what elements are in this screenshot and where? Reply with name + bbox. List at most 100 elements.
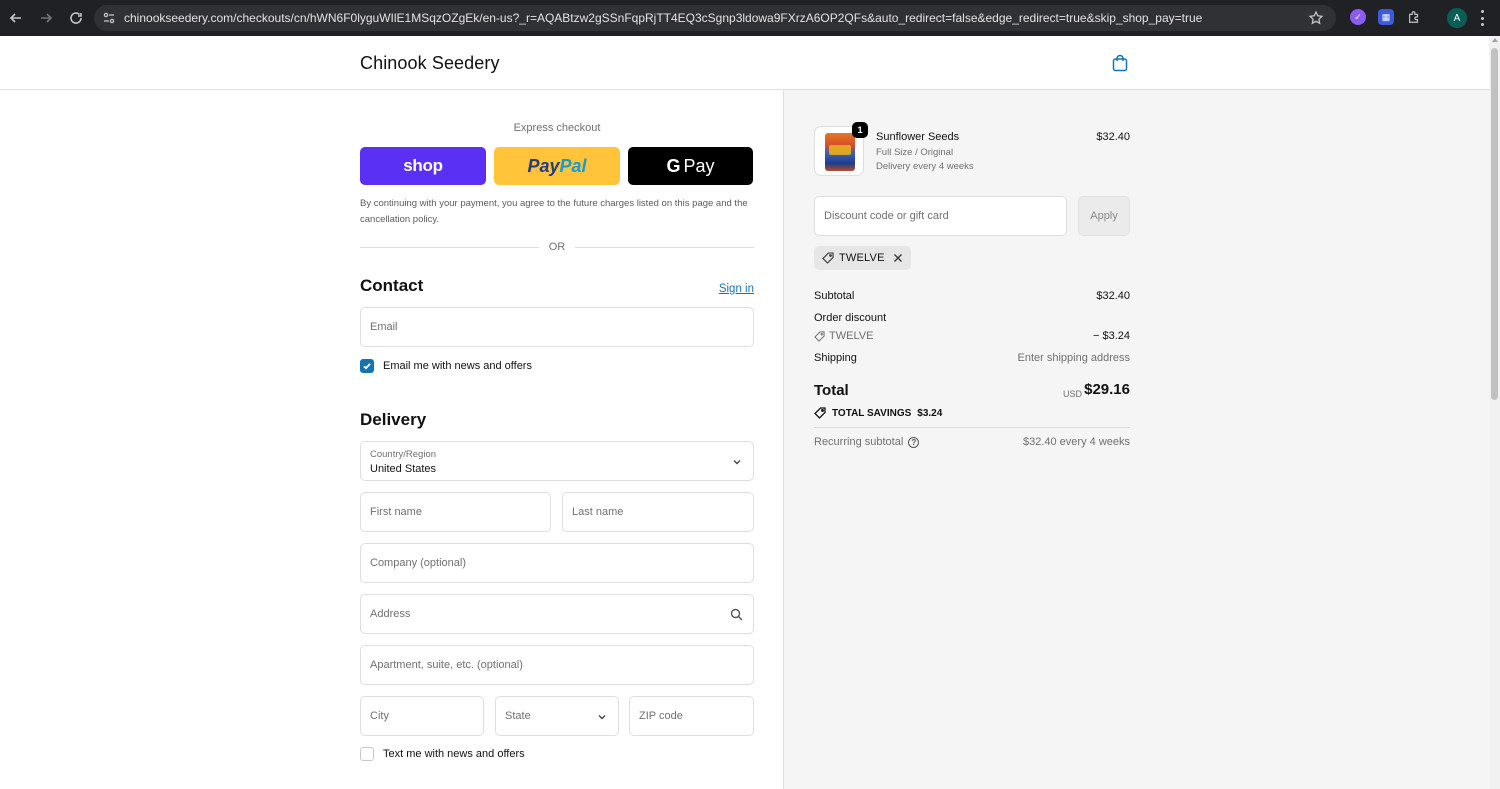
delivery-heading: Delivery [360, 410, 427, 429]
url-text[interactable]: chinookseedery.com/checkouts/cn/hWN6F0ly… [124, 11, 1202, 25]
company-field[interactable]: Company (optional) [360, 543, 754, 583]
city-placeholder: City [370, 710, 389, 722]
total-savings-value: $3.24 [917, 407, 943, 419]
total-savings: TOTAL SAVINGS $3.24 [814, 407, 942, 419]
company-placeholder: Company (optional) [370, 557, 466, 569]
recurring-subtotal-row: Recurring subtotal ? [814, 436, 920, 448]
paypal-button[interactable]: Pay Pal [494, 147, 620, 185]
browser-menu-icon[interactable] [1480, 10, 1484, 26]
shopping-bag-icon[interactable] [1112, 54, 1128, 72]
chevron-down-icon [598, 715, 606, 720]
checkmark-icon [363, 363, 371, 370]
last-name-placeholder: Last name [572, 506, 624, 518]
zip-field[interactable]: ZIP code [629, 696, 754, 736]
tag-icon [814, 407, 826, 419]
product-variant: Full Size / Original [876, 147, 954, 158]
summary-divider [814, 427, 1130, 428]
google-g-icon: G [666, 155, 681, 176]
shipping-label: Shipping [814, 352, 857, 364]
email-news-label: Email me with news and offers [383, 360, 532, 372]
email-field[interactable]: Email [360, 307, 754, 347]
google-pay-button[interactable]: G Pay [628, 147, 753, 185]
scrollbar-thumb[interactable] [1491, 48, 1498, 400]
sign-in-link[interactable]: Sign in [719, 283, 754, 295]
apartment-field[interactable]: Apartment, suite, etc. (optional) [360, 645, 754, 685]
zip-placeholder: ZIP code [639, 710, 683, 722]
applied-discount-chip: TWELVE [814, 246, 911, 270]
state-placeholder: State [505, 710, 531, 722]
subtotal-value: $32.40 [1096, 290, 1130, 302]
discount-code-field[interactable]: Discount code or gift card [814, 196, 1067, 236]
subtotal-label: Subtotal [814, 290, 855, 302]
google-pay-label: Pay [683, 155, 715, 176]
total-label: Total [814, 382, 849, 399]
tag-icon [822, 252, 834, 264]
store-name[interactable]: Chinook Seedery [360, 53, 500, 74]
recurring-subtotal-value: $32.40 every 4 weeks [1022, 436, 1130, 448]
total-currency: USD [1063, 389, 1083, 399]
quantity-badge: 1 [852, 122, 868, 138]
order-discount-label: Order discount [814, 312, 887, 324]
paypal-label-part2: Pal [559, 155, 587, 176]
divider-line [360, 246, 539, 248]
recurring-subtotal-label: Recurring subtotal [814, 436, 904, 448]
discount-code-label: TWELVE [829, 330, 874, 342]
total-savings-label: TOTAL SAVINGS [832, 407, 912, 419]
shop-pay-button[interactable]: shop [360, 147, 486, 185]
paypal-label-part1: Pay [527, 155, 560, 176]
country-value: United States [370, 463, 437, 475]
browser-toolbar: chinookseedery.com/checkouts/cn/hWN6F0ly… [0, 0, 1500, 36]
address-bar[interactable]: chinookseedery.com/checkouts/cn/hWN6F0ly… [94, 5, 1336, 31]
back-icon[interactable] [2, 4, 30, 32]
reload-icon[interactable] [62, 4, 90, 32]
apartment-placeholder: Apartment, suite, etc. (optional) [370, 659, 523, 671]
scroll-up-arrow-icon[interactable] [1492, 38, 1498, 42]
chevron-down-icon [733, 460, 741, 465]
forward-icon[interactable] [32, 4, 60, 32]
applied-discount-code: TWELVE [839, 252, 885, 264]
product-delivery-frequency: Delivery every 4 weeks [876, 161, 974, 172]
text-news-option[interactable]: Text me with news and offers [360, 747, 525, 761]
extension-icon-2[interactable]: ▦ [1378, 9, 1394, 25]
page-scrollbar[interactable] [1489, 36, 1500, 789]
email-placeholder: Email [370, 321, 398, 333]
state-select[interactable]: State [495, 696, 619, 736]
remove-discount-icon[interactable] [893, 253, 903, 263]
tag-icon [814, 330, 825, 342]
address-field[interactable]: Address [360, 594, 754, 634]
discount-value: − $3.24 [1092, 330, 1130, 342]
site-settings-icon[interactable] [102, 11, 116, 25]
product-image [825, 133, 855, 171]
search-icon [730, 608, 743, 621]
country-select[interactable]: Country/Region United States [360, 441, 754, 481]
bookmark-star-icon[interactable] [1308, 10, 1324, 26]
email-news-checkbox[interactable] [360, 359, 374, 373]
text-news-checkbox[interactable] [360, 747, 374, 761]
total-value: $29.16 [1084, 381, 1130, 398]
text-news-label: Text me with news and offers [383, 748, 525, 760]
discount-code-row: TWELVE [814, 330, 873, 342]
city-field[interactable]: City [360, 696, 484, 736]
payment-consent-text: By continuing with your payment, you agr… [360, 198, 748, 225]
extensions-puzzle-icon[interactable] [1406, 9, 1422, 25]
product-price: $32.40 [1096, 131, 1130, 143]
or-label: OR [548, 241, 566, 253]
last-name-field[interactable]: Last name [562, 492, 754, 532]
contact-heading: Contact [360, 276, 424, 295]
or-divider: OR [360, 240, 754, 254]
email-news-option[interactable]: Email me with news and offers [360, 359, 532, 373]
shop-pay-label: shop [403, 156, 443, 175]
first-name-placeholder: First name [370, 506, 422, 518]
extension-icon-1[interactable]: ✓ [1350, 9, 1366, 25]
product-name: Sunflower Seeds [876, 131, 960, 143]
divider-line [575, 246, 754, 248]
profile-avatar[interactable]: A [1447, 8, 1467, 28]
help-icon[interactable]: ? [908, 436, 920, 448]
first-name-field[interactable]: First name [360, 492, 551, 532]
store-header: Chinook Seedery [0, 36, 1489, 90]
discount-placeholder: Discount code or gift card [824, 210, 949, 222]
express-checkout-title: Express checkout [513, 122, 601, 134]
apply-discount-button[interactable]: Apply [1078, 196, 1130, 236]
address-placeholder: Address [370, 608, 411, 620]
country-label: Country/Region [370, 449, 437, 460]
